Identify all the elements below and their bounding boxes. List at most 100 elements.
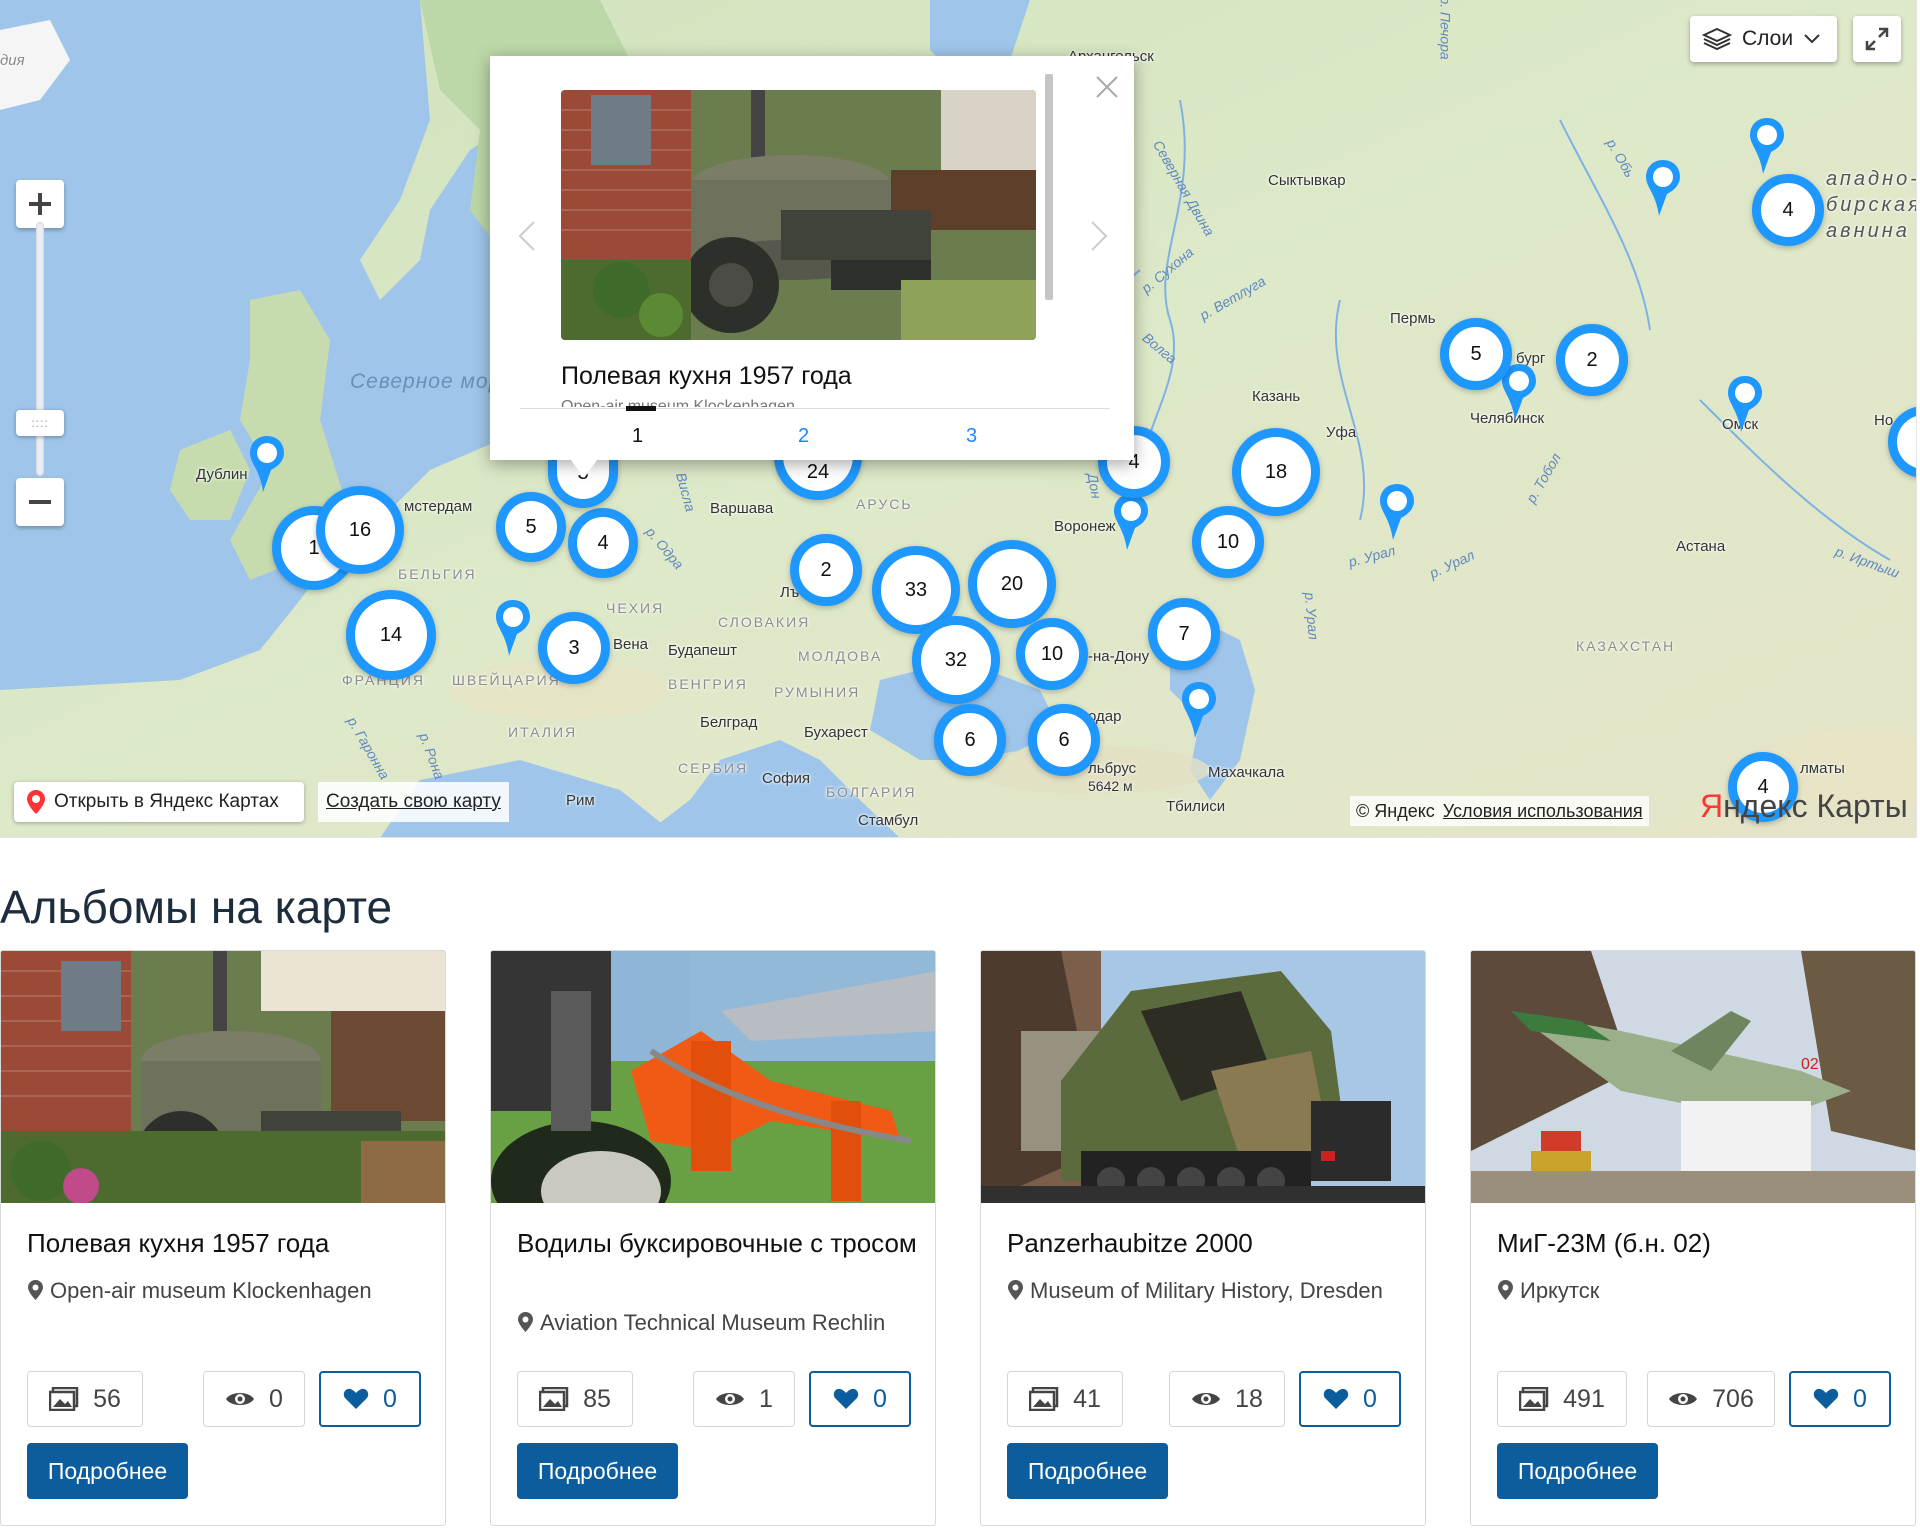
image-icon: [539, 1387, 569, 1411]
views-count-value: 1: [759, 1384, 773, 1413]
map-cluster[interactable]: 4: [1752, 174, 1824, 246]
map-pin[interactable]: [1748, 116, 1786, 178]
like-button[interactable]: 0: [1299, 1371, 1401, 1427]
balloon-photo[interactable]: [561, 90, 1036, 340]
views-count-value: 0: [269, 1384, 283, 1413]
map-cluster[interactable]: 32: [912, 616, 1000, 704]
like-button[interactable]: 0: [809, 1371, 911, 1427]
album-title[interactable]: Panzerhaubitze 2000: [1007, 1227, 1407, 1260]
zoom-slider-handle[interactable]: ::::: [16, 410, 64, 436]
album-photo[interactable]: [1, 951, 445, 1203]
map-label-syktyvkar: Сыктывкар: [1268, 172, 1346, 189]
balloon-scrollbar[interactable]: [1045, 74, 1053, 300]
page-2[interactable]: 2: [798, 425, 809, 448]
page-3[interactable]: 3: [966, 425, 977, 448]
heart-icon: [833, 1388, 859, 1409]
map-cluster[interactable]: 5: [496, 492, 566, 562]
map-cluster[interactable]: 5: [1440, 318, 1512, 390]
map-cluster[interactable]: 18: [1232, 428, 1320, 516]
map-cluster[interactable]: 10: [1016, 618, 1088, 690]
map-pin[interactable]: [1378, 482, 1416, 544]
album-title[interactable]: МиГ-23М (б.н. 02): [1497, 1227, 1897, 1260]
fullscreen-button[interactable]: [1853, 16, 1901, 62]
map-pin[interactable]: [1180, 680, 1218, 742]
like-button[interactable]: 0: [1789, 1371, 1891, 1427]
map-cluster[interactable]: 6: [934, 704, 1006, 776]
photos-count-value: 85: [583, 1384, 611, 1413]
image-icon: [1029, 1387, 1059, 1411]
map-label-rome: Рим: [566, 792, 595, 809]
map-cluster[interactable]: 6: [1028, 704, 1100, 776]
map-label-serbia: СЕРБИЯ: [678, 760, 749, 776]
map-label-bucharest: Бухарест: [804, 724, 868, 741]
map-pin[interactable]: [1726, 374, 1764, 436]
map-cluster[interactable]: 14: [346, 590, 436, 680]
map-pin[interactable]: [494, 598, 532, 660]
zoom-slider-track[interactable]: [36, 222, 44, 476]
map-label-italy: ИТАЛИЯ: [508, 724, 578, 740]
album-photo[interactable]: [491, 951, 935, 1203]
close-icon[interactable]: [1092, 72, 1122, 102]
album-location-text: Museum of Military History, Dresden: [1030, 1278, 1383, 1303]
open-in-yandex-maps-button[interactable]: Открыть в Яндекс Картах: [14, 782, 304, 822]
map-label-elbrus-height: 5642 м: [1088, 778, 1133, 794]
map[interactable]: дия Северное море Дублин мстердам БЕЛЬГИ…: [0, 0, 1917, 838]
page-1[interactable]: 1: [632, 425, 643, 448]
map-label-romania: РУМЫНИЯ: [774, 684, 861, 700]
map-cluster[interactable]: 2: [1556, 324, 1628, 396]
map-label-belarus: АРУСЬ: [856, 496, 913, 512]
map-label-moldova: МОЛДОВА: [798, 648, 883, 664]
map-cluster[interactable]: 7: [1148, 598, 1220, 670]
open-in-yandex-maps-label: Открыть в Яндекс Картах: [54, 791, 279, 812]
map-label-sofia: София: [762, 770, 811, 787]
fullscreen-icon: [1865, 27, 1889, 51]
eye-icon: [226, 1393, 255, 1405]
album-title[interactable]: Полевая кухня 1957 года: [27, 1227, 427, 1260]
map-balloon: Полевая кухня 1957 года Open-air museum …: [490, 56, 1134, 460]
views-count-value: 18: [1235, 1384, 1263, 1413]
map-cluster[interactable]: 20: [968, 540, 1056, 628]
map-cluster[interactable]: 4: [568, 508, 638, 578]
album-photo[interactable]: [981, 951, 1425, 1203]
photos-count: 41: [1007, 1371, 1123, 1427]
details-button[interactable]: Подробнее: [1497, 1443, 1658, 1499]
eye-icon: [716, 1393, 745, 1405]
map-cluster[interactable]: 3: [538, 612, 610, 684]
map-label-dublin: Дублин: [196, 466, 248, 483]
map-pin[interactable]: [248, 434, 286, 496]
like-button[interactable]: 0: [319, 1371, 421, 1427]
likes-count-value: 0: [873, 1384, 887, 1413]
map-cluster[interactable]: 10: [1192, 506, 1264, 578]
zoom-in-button[interactable]: [16, 180, 64, 228]
album-location-text: Иркутск: [1520, 1278, 1600, 1303]
location-pin-icon: [1498, 1280, 1513, 1300]
heart-icon: [1813, 1388, 1839, 1409]
map-label-tbilisi: Тбилиси: [1166, 798, 1226, 815]
map-pin[interactable]: [1112, 492, 1150, 554]
terms-link[interactable]: Условия использования: [1443, 801, 1643, 822]
album-title[interactable]: Водилы буксировочные с тросом: [517, 1227, 917, 1260]
chevron-right-icon[interactable]: [1088, 218, 1110, 254]
layers-button[interactable]: Слои: [1690, 16, 1837, 62]
map-label-astana: Астана: [1676, 538, 1726, 555]
views-count: 18: [1169, 1371, 1285, 1427]
zoom-out-button[interactable]: [16, 478, 64, 526]
map-label-almaty: лматы: [1800, 760, 1845, 777]
location-pin-icon: [518, 1312, 533, 1332]
map-cluster[interactable]: 2: [790, 534, 862, 606]
album-photo[interactable]: 02: [1471, 951, 1915, 1203]
create-map-link[interactable]: Создать свою карту: [318, 782, 509, 822]
minus-icon: [29, 500, 51, 504]
likes-count-value: 0: [383, 1384, 397, 1413]
balloon-tail: [568, 456, 600, 478]
chevron-left-icon[interactable]: [516, 218, 538, 254]
balloon-title: Полевая кухня 1957 года: [561, 362, 852, 390]
details-button[interactable]: Подробнее: [1007, 1443, 1168, 1499]
map-pin[interactable]: [1644, 158, 1682, 220]
details-button[interactable]: Подробнее: [27, 1443, 188, 1499]
map-cluster[interactable]: 16: [316, 486, 404, 574]
map-label-ufa: Уфа: [1326, 424, 1357, 441]
page-active-indicator: [626, 406, 656, 411]
map-label-makhachkala: Махачкала: [1208, 764, 1285, 781]
details-button[interactable]: Подробнее: [517, 1443, 678, 1499]
